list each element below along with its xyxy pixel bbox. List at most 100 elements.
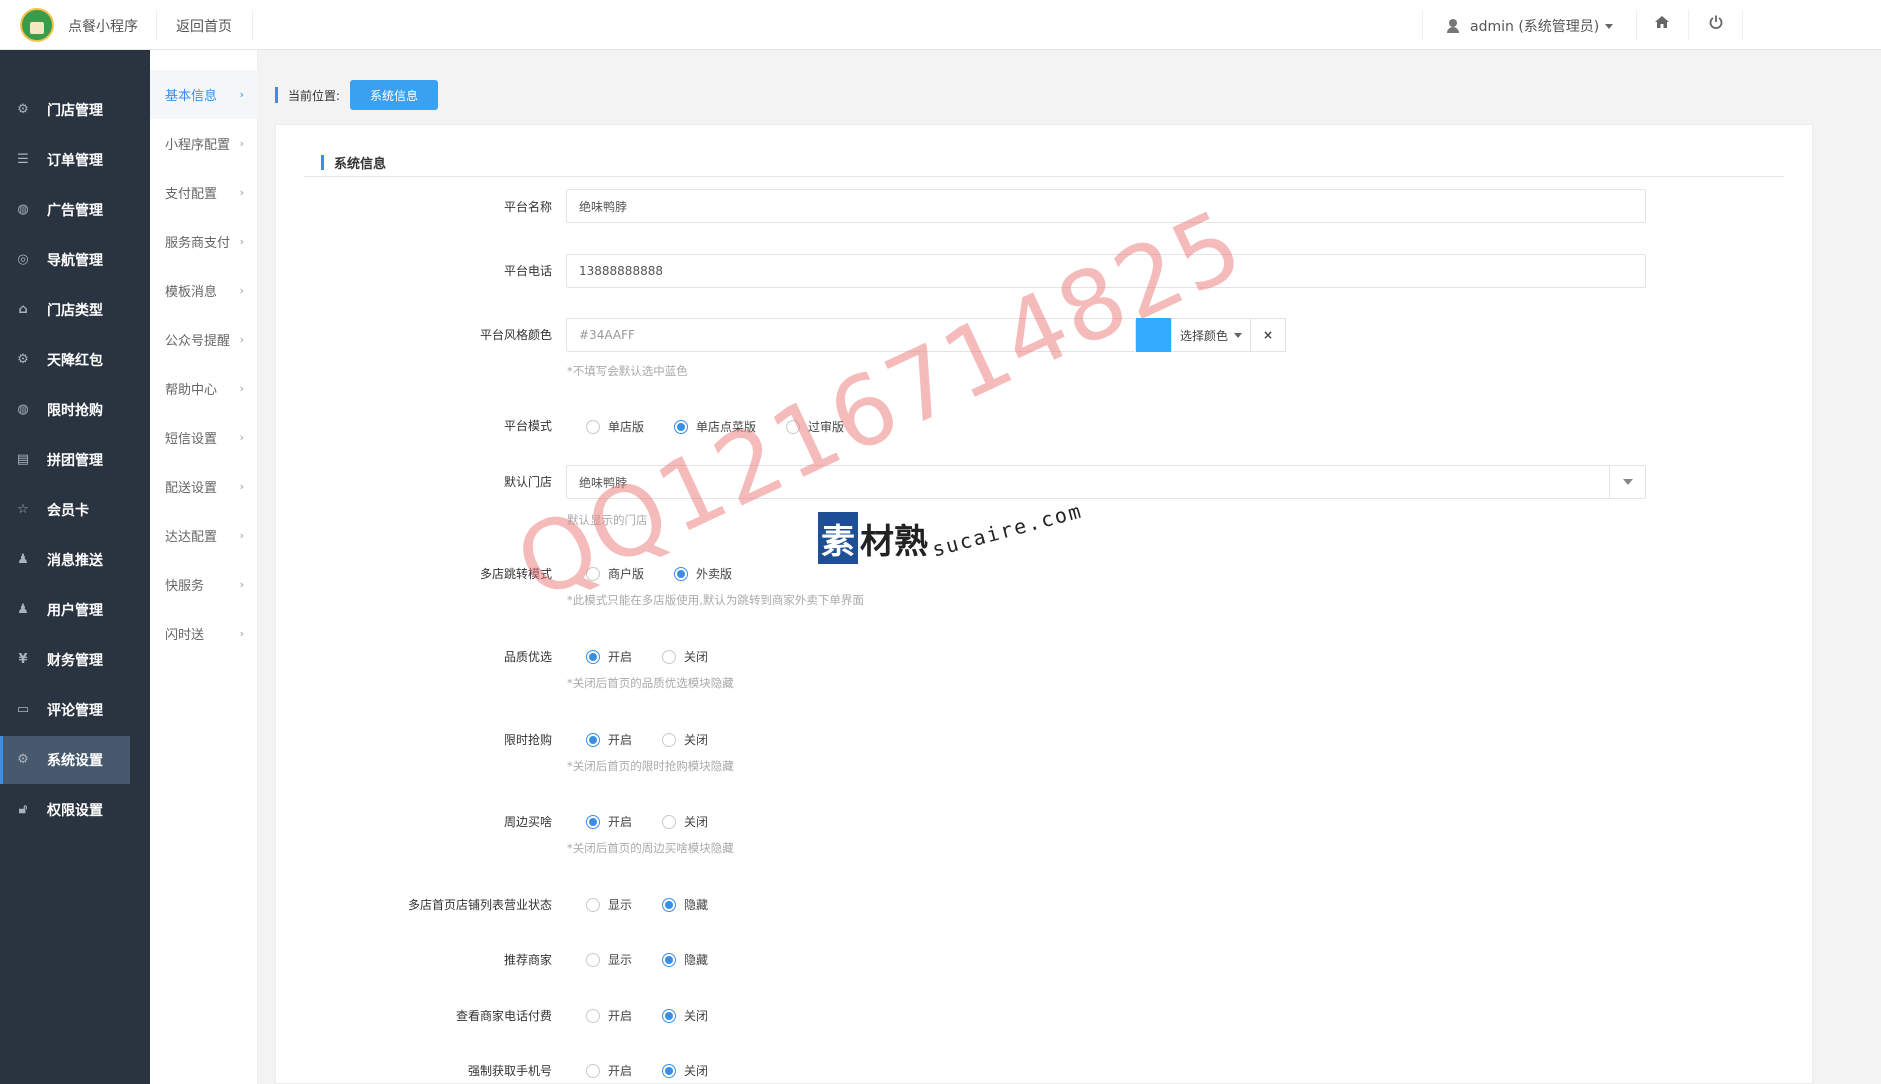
subnav-item-provider-pay[interactable]: 服务商支付 › (150, 217, 258, 266)
gift-icon: ⚙ (17, 352, 29, 367)
recommend-group: 显示 隐藏 (586, 951, 738, 968)
radio-option[interactable]: 外卖版 (674, 565, 732, 582)
sidebar-item-nav[interactable]: ◎ 导航管理 (0, 236, 130, 284)
radio-label: 隐藏 (684, 953, 709, 967)
sidebar-item-ads[interactable]: ◍ 广告管理 (0, 186, 130, 234)
radio-option[interactable]: 开启 (586, 813, 632, 830)
watermark-logo: 素 材熟 (818, 512, 928, 564)
radio-button[interactable] (586, 1008, 600, 1023)
subnav-label: 服务商支付 (165, 236, 231, 251)
sidebar-item-settings[interactable]: ⚙ 系统设置 (0, 736, 130, 784)
sidebar-item-label: 财务管理 (47, 653, 103, 669)
radio-button[interactable] (662, 732, 677, 747)
radio-option[interactable]: 开启 (586, 1007, 632, 1024)
radio-option[interactable]: 开启 (586, 731, 632, 748)
radio-option[interactable]: 单店版 (586, 418, 644, 435)
radio-button[interactable] (662, 1008, 677, 1023)
chevron-right-icon: › (239, 382, 244, 395)
radio-option[interactable]: 隐藏 (662, 896, 708, 913)
radio-option[interactable]: 隐藏 (662, 951, 708, 968)
radio-option[interactable]: 关闭 (662, 1007, 708, 1024)
radio-option[interactable]: 关闭 (662, 1062, 708, 1079)
divider (1636, 10, 1637, 40)
chevron-right-icon: › (239, 88, 244, 101)
radio-option[interactable]: 关闭 (662, 813, 708, 830)
subnav-label: 公众号提醒 (165, 334, 231, 349)
sidebar-item-flash-sale[interactable]: ◍ 限时抢购 (0, 386, 130, 434)
yen-icon: ¥ (18, 652, 28, 667)
subnav-item-miniapp[interactable]: 小程序配置 › (150, 119, 258, 168)
radio-button[interactable] (586, 649, 600, 664)
radio-button[interactable] (662, 814, 677, 829)
sidebar-item-store[interactable]: ⚙ 门店管理 (0, 86, 130, 134)
field-label: 推荐商家 (503, 953, 552, 967)
subnav-item-basic[interactable]: 基本信息 › (150, 70, 258, 119)
user-menu[interactable]: admin (系统管理员) (1446, 16, 1614, 36)
radio-label: 关闭 (684, 650, 709, 664)
subnav-item-template-msg[interactable]: 模板消息 › (150, 266, 258, 315)
subnav-item-official-account[interactable]: 公众号提醒 › (150, 315, 258, 364)
subnav-item-help[interactable]: 帮助中心 › (150, 364, 258, 413)
radio-option[interactable]: 显示 (586, 896, 632, 913)
field-label: 多店首页店铺列表营业状态 (407, 898, 552, 912)
group-icon: ▤ (16, 452, 30, 467)
power-icon[interactable] (1706, 14, 1726, 34)
radio-button[interactable] (662, 1063, 677, 1078)
radio-button[interactable] (586, 814, 600, 829)
platform-name-input[interactable]: 绝味鸭脖 (566, 189, 1646, 223)
chevron-right-icon: › (239, 480, 244, 493)
radio-button[interactable] (662, 649, 677, 664)
sidebar-item-member-card[interactable]: ☆ 会员卡 (0, 486, 130, 534)
field-label: 默认门店 (503, 475, 552, 489)
subnav-item-delivery[interactable]: 配送设置 › (150, 462, 258, 511)
store-icon: ⚙ (17, 102, 29, 117)
radio-option[interactable]: 关闭 (662, 731, 708, 748)
radio-option[interactable]: 开启 (586, 1062, 632, 1079)
sidebar-item-label: 消息推送 (47, 553, 103, 569)
clear-color-button[interactable]: × (1250, 318, 1286, 352)
radio-button[interactable] (586, 732, 600, 747)
radio-button[interactable] (586, 1063, 600, 1078)
sidebar-item-finance[interactable]: ¥ 财务管理 (0, 636, 130, 684)
sidebar-item-permissions[interactable]: 🔓︎ 权限设置 (0, 786, 130, 834)
gear-icon: ⚙ (17, 752, 29, 767)
subnav-item-dada[interactable]: 达达配置 › (150, 511, 258, 560)
subnav-label: 帮助中心 (165, 383, 218, 398)
sidebar-item-orders[interactable]: ☰ 订单管理 (0, 136, 130, 184)
field-label: 查看商家电话付费 (455, 1009, 552, 1023)
subnav-item-quick-service[interactable]: 快服务 › (150, 560, 258, 609)
quality-group: 开启 关闭 (586, 648, 738, 665)
radio-button[interactable] (586, 419, 600, 434)
radio-label: 开启 (608, 1064, 633, 1078)
subnav-item-flash-delivery[interactable]: 闪时送 › (150, 609, 258, 658)
radio-button[interactable] (674, 566, 689, 581)
radio-button[interactable] (662, 897, 677, 912)
sidebar-item-store-type[interactable]: ⌂ 门店类型 (0, 286, 130, 334)
sidebar-item-group[interactable]: ▤ 拼团管理 (0, 436, 130, 484)
radio-label: 隐藏 (684, 898, 709, 912)
sidebar-item-users[interactable]: ♟ 用户管理 (0, 586, 130, 634)
chevron-down-icon (1234, 332, 1242, 338)
radio-button[interactable] (662, 952, 677, 967)
chevron-right-icon: › (239, 186, 244, 199)
radio-button[interactable] (674, 419, 689, 434)
radio-label: 显示 (608, 898, 633, 912)
app-name[interactable]: 点餐小程序 (68, 16, 138, 36)
radio-button[interactable] (586, 952, 600, 967)
subnav-item-sms[interactable]: 短信设置 › (150, 413, 258, 462)
store-status-group: 显示 隐藏 (586, 896, 738, 913)
home-icon[interactable] (1652, 14, 1672, 34)
radio-option[interactable]: 显示 (586, 951, 632, 968)
back-home-link[interactable]: 返回首页 (176, 16, 232, 36)
user-icon: ♟ (17, 602, 29, 617)
sidebar-item-red-packet[interactable]: ⚙ 天降红包 (0, 336, 130, 384)
sidebar-item-comments[interactable]: ▭ 评论管理 (0, 686, 130, 734)
radio-option[interactable]: 关闭 (662, 648, 708, 665)
subnav-item-payment[interactable]: 支付配置 › (150, 168, 258, 217)
divider (252, 10, 253, 40)
sidebar-item-label: 订单管理 (47, 153, 103, 169)
radio-button[interactable] (586, 897, 600, 912)
radio-option[interactable]: 开启 (586, 648, 632, 665)
breadcrumb-current[interactable]: 系统信息 (350, 80, 439, 110)
sidebar-item-push[interactable]: ♟ 消息推送 (0, 536, 130, 584)
